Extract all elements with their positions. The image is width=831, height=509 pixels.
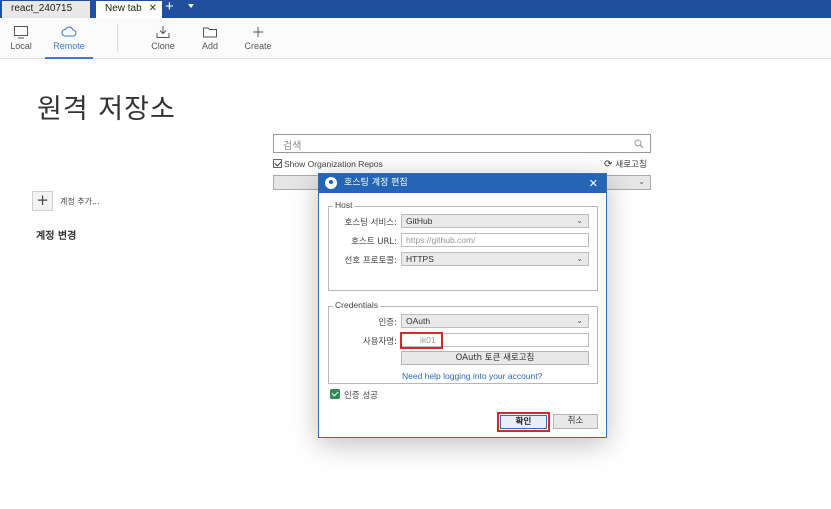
add-account-button[interactable]: + [32,191,53,211]
tab-new-tab[interactable]: New tab ✕ [96,1,162,18]
title-bar: react_240715 New tab ✕ + [0,0,831,18]
host-url-placeholder: https://github.com/ [406,235,476,245]
chevron-down-icon: ⌄ [576,216,583,225]
oauth-refresh-button[interactable]: OAuth 토큰 새로고침 [401,351,589,365]
folder-icon [203,27,217,38]
tab-dropdown-icon[interactable] [188,4,194,8]
ok-button[interactable]: 확인 [497,412,550,432]
dialog-header: 호스팅 계정 편집 ✕ [319,174,606,193]
hosting-service-label: 호스팅 서비스: [344,218,398,228]
tab-react-240715[interactable]: react_240715 [2,1,90,18]
monitor-icon [14,26,28,39]
auth-select[interactable]: OAuth ⌄ [401,314,589,328]
tab-label: react_240715 [11,3,73,14]
auth-success-label: 인증 성공 [344,391,378,401]
protocol-label: 선호 프로토콜: [344,256,398,266]
toolbar: Local Remote Clone Add Create [0,18,831,59]
refresh-label: 새로고침 [615,160,647,170]
clone-button[interactable]: Clone [148,18,178,59]
local-label: Local [10,41,32,51]
edit-hosting-account-dialog: 호스팅 계정 편집 ✕ Host 호스팅 서비스: GitHub ⌄ 호스트 U… [318,173,607,438]
create-button[interactable]: Create [242,18,274,59]
ok-label: 확인 [500,415,547,429]
toolbar-divider [117,24,118,52]
help-login-link[interactable]: Need help logging into your account? [402,371,542,381]
download-icon [156,26,170,38]
oauth-refresh-label: OAuth 토큰 새로고침 [455,353,535,363]
username-highlight-box [400,332,443,349]
show-org-repos-label: Show Organization Repos [284,159,383,169]
local-button[interactable]: Local [6,18,36,59]
checkbox-checked-icon [273,159,282,168]
chevron-down-icon: ⌄ [638,177,645,186]
chevron-down-icon: ⌄ [576,254,583,263]
clone-label: Clone [151,41,175,51]
cancel-button[interactable]: 취소 [553,414,598,429]
chevron-down-icon: ⌄ [576,316,583,325]
hosting-service-select[interactable]: GitHub ⌄ [401,214,589,228]
search-input[interactable]: 검색 [273,134,651,153]
check-icon [330,389,340,399]
plus-icon [253,27,263,37]
host-url-input[interactable]: https://github.com/ [401,233,589,247]
remote-button[interactable]: Remote [45,18,93,59]
create-label: Create [244,41,272,51]
protocol-select[interactable]: HTTPS ⌄ [401,252,589,266]
hosting-service-value: GitHub [406,216,433,226]
remote-label: Remote [53,41,85,51]
add-label: Add [201,41,218,51]
tab-label: New tab [105,3,142,14]
search-icon [634,139,644,149]
credentials-group-label: Credentials [333,300,380,310]
refresh-button[interactable]: ⟳ 새로고침 [604,158,647,170]
add-button[interactable]: Add [196,18,224,59]
dialog-title: 호스팅 계정 편집 [344,178,408,188]
auth-value: OAuth [406,316,431,326]
host-url-label: 호스트 URL: [351,237,397,247]
auth-label: 인증: [378,318,397,328]
close-icon[interactable]: ✕ [149,1,157,17]
cloud-icon [61,26,77,37]
add-account-label: 계정 추가... [60,197,100,206]
search-placeholder: 검색 [283,141,302,152]
show-org-repos-checkbox[interactable]: Show Organization Repos [273,159,383,169]
auth-success-checkbox[interactable]: 인증 성공 [330,389,378,401]
sourcetree-logo-icon [325,177,337,189]
cancel-label: 취소 [567,416,584,426]
refresh-icon: ⟳ [604,159,613,170]
active-tab-indicator [45,57,93,59]
switch-account-label: 계정 변경 [36,231,77,242]
username-label: 사용자명: [362,337,397,347]
protocol-value: HTTPS [406,254,434,264]
page-title: 원격 저장소 [37,94,176,125]
host-group-label: Host [333,200,355,210]
new-tab-button[interactable]: + [165,0,174,15]
close-icon[interactable]: ✕ [589,174,598,193]
